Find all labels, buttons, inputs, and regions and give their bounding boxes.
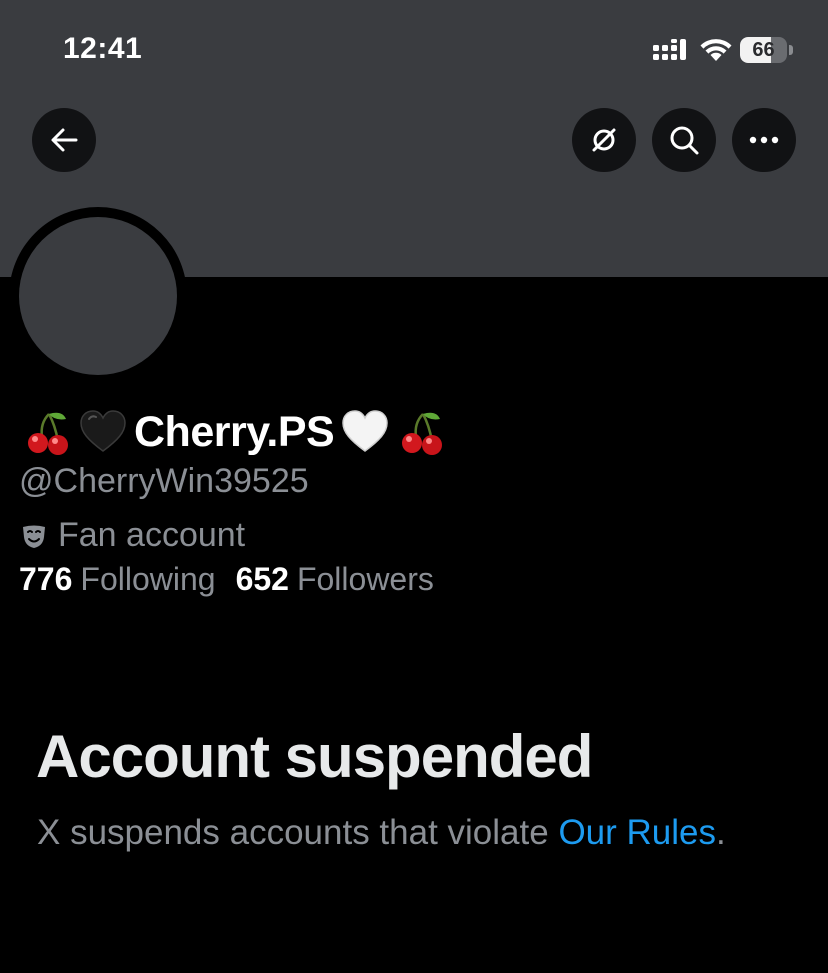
followers-count: 652 bbox=[235, 561, 289, 597]
affiliation-label: Fan account bbox=[20, 516, 245, 555]
follow-stats: 776 Following 652 Followers bbox=[19, 561, 434, 598]
white-heart-emoji-icon bbox=[342, 410, 388, 452]
followers-label: Followers bbox=[296, 561, 434, 597]
following-link[interactable]: 776 Following bbox=[19, 561, 216, 598]
wifi-icon bbox=[700, 39, 732, 61]
our-rules-link[interactable]: Our Rules bbox=[558, 813, 716, 852]
display-name: Cherry.PS bbox=[22, 402, 446, 462]
suspended-description-text: X suspends accounts that violate bbox=[37, 813, 559, 852]
arrow-left-icon bbox=[51, 128, 78, 152]
battery-indicator: 66 bbox=[740, 37, 794, 63]
back-button[interactable] bbox=[32, 108, 96, 172]
status-bar: 12:41 66 bbox=[0, 0, 828, 100]
search-icon bbox=[670, 126, 699, 155]
followers-link[interactable]: 652 Followers bbox=[236, 561, 434, 598]
affiliation-text: Fan account bbox=[58, 516, 246, 554]
black-heart-emoji-icon bbox=[80, 410, 126, 452]
grok-icon bbox=[592, 128, 616, 152]
search-button[interactable] bbox=[652, 108, 716, 172]
battery-level: 66 bbox=[752, 39, 775, 61]
signal-icon bbox=[653, 39, 686, 60]
status-time: 12:41 bbox=[63, 32, 143, 65]
suspended-description: X suspends accounts that violate Our Rul… bbox=[37, 813, 726, 853]
following-label: Following bbox=[80, 561, 216, 597]
cherries-emoji-icon bbox=[402, 412, 443, 455]
performing-arts-mask-icon bbox=[23, 525, 45, 548]
grok-button[interactable] bbox=[572, 108, 636, 172]
user-handle: @CherryWin39525 bbox=[19, 462, 309, 500]
suspended-title: Account suspended bbox=[36, 723, 593, 790]
display-name-text: Cherry.PS bbox=[134, 407, 335, 456]
more-horizontal-icon bbox=[749, 136, 779, 144]
avatar[interactable] bbox=[19, 217, 177, 375]
more-options-button[interactable] bbox=[732, 108, 796, 172]
cherries-emoji-icon bbox=[28, 412, 68, 455]
description-suffix: . bbox=[716, 813, 726, 852]
following-count: 776 bbox=[19, 561, 73, 597]
